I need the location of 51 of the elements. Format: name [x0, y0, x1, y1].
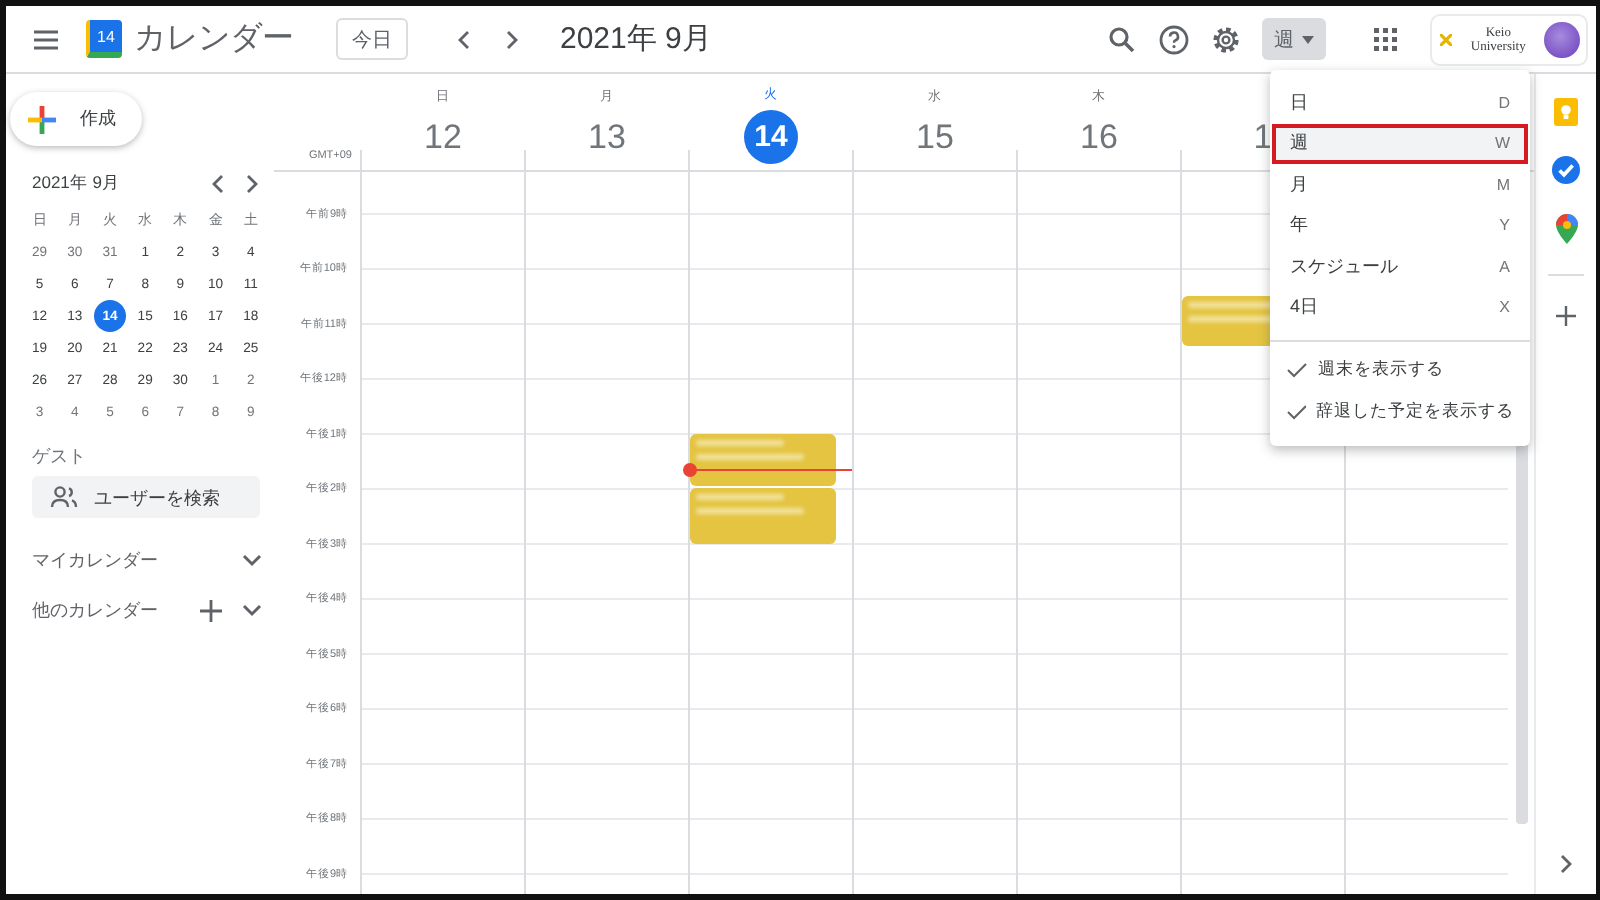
grid-icon [1374, 27, 1398, 51]
calendar-logo: 14 [86, 20, 122, 58]
add-calendar-button[interactable] [194, 599, 226, 621]
plus-icon [199, 599, 221, 621]
chevron-right-icon [243, 174, 259, 194]
calendar-section-heading[interactable]: 他のカレンダー [32, 597, 194, 623]
day-number[interactable]: 16 [1080, 112, 1118, 164]
tasks-button[interactable] [1552, 156, 1580, 184]
view-menu-item[interactable]: スケジュール A [1270, 246, 1530, 287]
view-menu-item[interactable]: 4日 X [1270, 287, 1530, 328]
view-menu-item[interactable]: 日 D [1270, 82, 1530, 123]
plus-icon [1556, 306, 1576, 326]
chevron-right-icon [1558, 854, 1574, 874]
help-icon [1158, 23, 1190, 55]
chevron-down-icon [242, 603, 262, 617]
guest-heading: ゲスト [32, 444, 88, 470]
view-button[interactable]: 週 [1262, 18, 1326, 60]
today-button[interactable]: 今日 [336, 18, 408, 60]
day-number[interactable]: 12 [424, 112, 462, 164]
current-period: 2021年 9月 [560, 20, 712, 58]
caret-icon [1302, 35, 1314, 43]
mini-calendar-title: 2021年 9月 [32, 172, 122, 196]
bulb-note-icon [1554, 98, 1578, 126]
app-title: カレンダー [134, 20, 294, 60]
plus-icon [28, 105, 56, 133]
settings-icon [1210, 23, 1242, 55]
day-number[interactable]: 1 [1253, 112, 1273, 164]
view-option[interactable]: 週末を表示する [1270, 350, 1530, 391]
day-number[interactable]: 14 [744, 110, 798, 164]
expand-panel-button[interactable] [1558, 854, 1574, 874]
maps-button[interactable] [1555, 214, 1577, 244]
chevron-left-icon [456, 29, 472, 49]
avatar [1544, 21, 1580, 57]
menu-icon [32, 27, 60, 51]
user-search-field[interactable]: ユーザーを検索 [32, 476, 260, 518]
day-number[interactable]: 15 [916, 112, 954, 164]
calendar-section-heading[interactable]: マイカレンダー [32, 547, 236, 573]
chevron-left-icon [209, 174, 225, 194]
event-block[interactable] [690, 433, 836, 486]
search-icon [1108, 25, 1136, 53]
map-pin-icon [1555, 214, 1577, 244]
view-menu-item[interactable]: 月 M [1270, 164, 1530, 205]
view-menu-item[interactable]: 週 W [1272, 123, 1528, 164]
create-button[interactable]: 作成 [10, 92, 142, 146]
chevron-right-icon [504, 29, 520, 49]
chevron-down-icon [242, 553, 262, 567]
view-menu-item[interactable]: 年 Y [1270, 205, 1530, 246]
view-option[interactable]: 辞退した予定を表示する [1270, 391, 1530, 432]
day-number[interactable]: 13 [588, 112, 626, 164]
check-circle-icon [1552, 156, 1580, 184]
add-addon-button[interactable] [1556, 306, 1576, 326]
